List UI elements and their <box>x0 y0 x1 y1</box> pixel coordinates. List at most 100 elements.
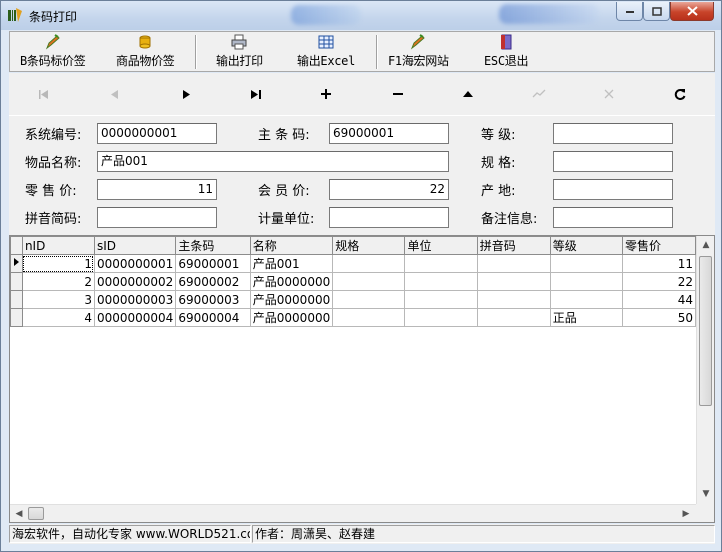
row-indicator[interactable] <box>10 290 23 309</box>
grid-cell[interactable]: 44 <box>621 290 696 309</box>
grid-cell[interactable]: 69000001 <box>175 254 251 273</box>
nav-next-button[interactable] <box>174 83 198 105</box>
close-button[interactable] <box>670 2 714 21</box>
grid-cell[interactable]: 69000004 <box>175 308 251 327</box>
grid-cell[interactable] <box>404 254 478 273</box>
origin-field[interactable] <box>553 179 673 200</box>
website-button[interactable]: F1海宏网站 <box>388 34 449 70</box>
horizontal-scroll-thumb[interactable] <box>28 507 44 520</box>
unit-field[interactable] <box>329 207 449 228</box>
column-header[interactable]: 主条码 <box>175 236 251 255</box>
grid-cell[interactable]: 0000000003 <box>93 290 177 309</box>
grid-cell[interactable]: 产品0000000 <box>249 290 334 309</box>
grid-cell[interactable] <box>332 308 406 327</box>
column-header[interactable]: sID <box>93 236 177 255</box>
retail-price-field[interactable]: 11 <box>97 179 217 200</box>
grid-cell[interactable]: 4 <box>21 308 95 327</box>
grid-cell[interactable] <box>404 290 478 309</box>
grid-cell[interactable]: 11 <box>621 254 696 273</box>
remark-field[interactable] <box>553 207 673 228</box>
nav-first-button[interactable] <box>32 83 56 105</box>
price-tag-button[interactable]: 商品物价签 <box>116 34 175 70</box>
grid-cell[interactable] <box>549 254 623 273</box>
spec-field[interactable] <box>553 151 673 172</box>
column-header[interactable]: 单位 <box>404 236 478 255</box>
grid-cell[interactable] <box>332 254 406 273</box>
grid-cell[interactable]: 1 <box>21 254 95 273</box>
horizontal-scrollbar[interactable]: ◀ ▶ <box>10 504 696 522</box>
grid-cell[interactable] <box>332 272 406 291</box>
exit-button[interactable]: ESC退出 <box>484 34 528 70</box>
member-price-field[interactable]: 22 <box>329 179 449 200</box>
column-header[interactable]: 名称 <box>249 236 334 255</box>
table-row[interactable]: 3 0000000003 69000003 产品0000000 44 <box>10 290 696 309</box>
grid-cell[interactable]: 22 <box>621 272 696 291</box>
grid-cell[interactable]: 69000003 <box>175 290 251 309</box>
printer-icon <box>231 34 247 50</box>
grid-cell[interactable]: 0000000004 <box>93 308 177 327</box>
table-row[interactable]: 1 0000000001 69000001 产品001 11 <box>10 254 696 273</box>
grid-cell[interactable] <box>476 290 551 309</box>
toolbar: B条码标价签 商品物价签 输出打印 输出Excel F1海宏网站 ESC退出 <box>9 31 715 72</box>
grid-cell[interactable]: 3 <box>21 290 95 309</box>
refresh-icon <box>674 89 686 100</box>
grid-cell[interactable] <box>332 290 406 309</box>
minimize-button[interactable] <box>616 2 643 21</box>
table-row[interactable]: 2 0000000002 69000002 产品0000000 22 <box>10 272 696 291</box>
column-header[interactable]: 零售价 <box>621 236 696 255</box>
grid-cell[interactable] <box>476 272 551 291</box>
scroll-down-arrow-icon[interactable]: ▼ <box>698 486 714 502</box>
print-button[interactable]: 输出打印 <box>216 34 263 70</box>
pencil-icon <box>411 34 426 50</box>
vertical-scroll-thumb[interactable] <box>699 256 712 406</box>
vertical-scrollbar[interactable]: ▲ ▼ <box>696 236 714 504</box>
grid-cell[interactable]: 0000000001 <box>93 254 177 273</box>
scroll-up-arrow-icon[interactable]: ▲ <box>698 237 714 253</box>
barcode-label-button[interactable]: B条码标价签 <box>20 34 86 70</box>
grid-table: nID sID 主条码 名称 规格 单位 拼音码 等级 零售价 1 000000… <box>10 236 696 327</box>
grid-cell[interactable] <box>476 254 551 273</box>
column-header[interactable]: 规格 <box>332 236 406 255</box>
toolbar-separator <box>376 35 378 69</box>
nav-delete-button[interactable] <box>386 83 410 105</box>
row-indicator[interactable] <box>10 254 23 273</box>
grid-cell[interactable] <box>476 308 551 327</box>
grid-cell[interactable] <box>404 272 478 291</box>
nav-last-button[interactable] <box>244 83 268 105</box>
table-row[interactable]: 4 0000000004 69000004 产品0000000 正品 50 <box>10 308 696 327</box>
export-excel-button[interactable]: 输出Excel <box>297 34 355 70</box>
system-id-field[interactable]: 0000000001 <box>97 123 217 144</box>
grade-field[interactable] <box>553 123 673 144</box>
grid-cell[interactable]: 产品0000000 <box>249 272 334 291</box>
retail-price-label: 零 售 价: <box>25 184 77 199</box>
nav-prior-button[interactable] <box>103 83 127 105</box>
maximize-button[interactable] <box>643 2 670 21</box>
grid-cell[interactable]: 2 <box>21 272 95 291</box>
nav-post-button[interactable] <box>527 83 551 105</box>
pinyin-field[interactable] <box>97 207 217 228</box>
grid-cell[interactable]: 69000002 <box>175 272 251 291</box>
nav-cancel-button[interactable] <box>597 83 621 105</box>
grid-cell[interactable] <box>404 308 478 327</box>
nav-refresh-button[interactable] <box>668 83 692 105</box>
grid-cell[interactable]: 0000000002 <box>93 272 177 291</box>
row-indicator[interactable] <box>10 272 23 291</box>
grid-cell[interactable] <box>549 272 623 291</box>
item-name-field[interactable]: 产品001 <box>97 151 449 172</box>
main-barcode-field[interactable]: 69000001 <box>329 123 449 144</box>
column-header[interactable]: 等级 <box>549 236 623 255</box>
data-grid[interactable]: nID sID 主条码 名称 规格 单位 拼音码 等级 零售价 1 000000… <box>9 235 715 523</box>
nav-insert-button[interactable] <box>314 83 338 105</box>
title-bar[interactable]: 条码打印 <box>1 1 721 30</box>
grid-cell[interactable]: 产品001 <box>249 254 334 273</box>
column-header[interactable]: 拼音码 <box>476 236 551 255</box>
grid-cell[interactable]: 正品 <box>549 308 623 327</box>
column-header[interactable]: nID <box>21 236 95 255</box>
grid-cell[interactable]: 产品0000000 <box>249 308 334 327</box>
scroll-right-arrow-icon[interactable]: ▶ <box>678 506 694 522</box>
grid-cell[interactable]: 50 <box>621 308 696 327</box>
grid-cell[interactable] <box>549 290 623 309</box>
nav-edit-button[interactable] <box>456 83 480 105</box>
row-indicator[interactable] <box>10 308 23 327</box>
scroll-left-arrow-icon[interactable]: ◀ <box>11 506 27 522</box>
